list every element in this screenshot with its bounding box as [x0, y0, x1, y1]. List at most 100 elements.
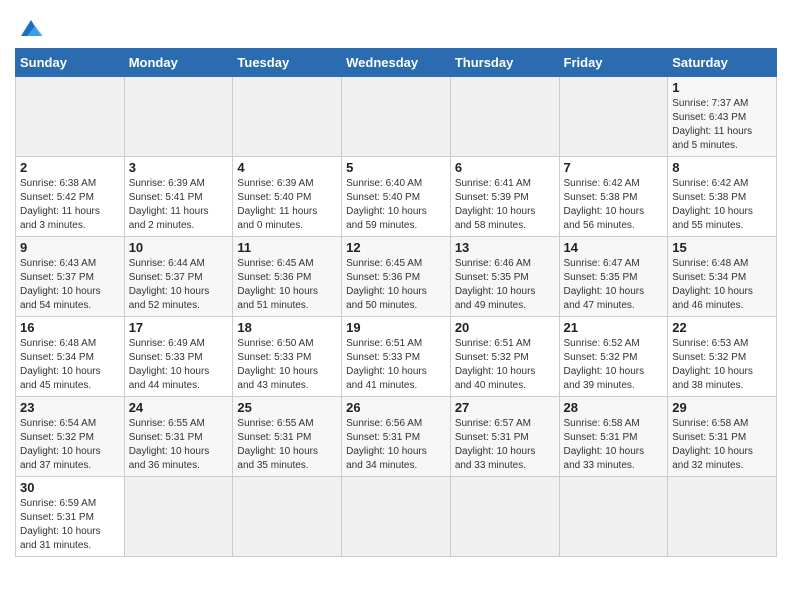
- day-info: Sunrise: 7:37 AM Sunset: 6:43 PM Dayligh…: [672, 97, 772, 153]
- table-row: 8 Sunrise: 6:42 AM Sunset: 5:38 PM Daylig…: [668, 157, 777, 237]
- table-row: 23Sunrise: 6:54 AM Sunset: 5:32 PM Dayli…: [16, 397, 125, 477]
- table-row: [559, 77, 668, 157]
- day-info: Sunrise: 6:52 AM Sunset: 5:32 PM Dayligh…: [564, 337, 664, 393]
- day-info: Sunrise: 6:51 AM Sunset: 5:33 PM Dayligh…: [346, 337, 446, 393]
- day-info: Sunrise: 6:42 AM Sunset: 5:38 PM Dayligh…: [564, 177, 664, 233]
- day-number: 3: [129, 160, 229, 175]
- table-row: 2Sunrise: 6:38 AM Sunset: 5:42 PM Daylig…: [16, 157, 125, 237]
- day-number: 21: [564, 320, 664, 335]
- col-wednesday: Wednesday: [342, 49, 451, 77]
- day-info: Sunrise: 6:48 AM Sunset: 5:34 PM Dayligh…: [20, 337, 120, 393]
- day-info: Sunrise: 6:46 AM Sunset: 5:35 PM Dayligh…: [455, 257, 555, 313]
- day-info: Sunrise: 6:41 AM Sunset: 5:39 PM Dayligh…: [455, 177, 555, 233]
- day-number: 27: [455, 400, 555, 415]
- day-number: 6: [455, 160, 555, 175]
- day-number: 7: [564, 160, 664, 175]
- day-number: 19: [346, 320, 446, 335]
- calendar-week-row: 16Sunrise: 6:48 AM Sunset: 5:34 PM Dayli…: [16, 317, 777, 397]
- logo: [15, 18, 45, 40]
- day-number: 22: [672, 320, 772, 335]
- col-thursday: Thursday: [450, 49, 559, 77]
- day-number: 9: [20, 240, 120, 255]
- table-row: [668, 477, 777, 557]
- day-number: 25: [237, 400, 337, 415]
- table-row: [124, 477, 233, 557]
- day-info: Sunrise: 6:56 AM Sunset: 5:31 PM Dayligh…: [346, 417, 446, 473]
- table-row: [342, 77, 451, 157]
- page-header: [15, 10, 777, 40]
- day-info: Sunrise: 6:58 AM Sunset: 5:31 PM Dayligh…: [564, 417, 664, 473]
- calendar-week-row: 9Sunrise: 6:43 AM Sunset: 5:37 PM Daylig…: [16, 237, 777, 317]
- table-row: 20 Sunrise: 6:51 AM Sunset: 5:32 PM Dayli…: [450, 317, 559, 397]
- table-row: 9Sunrise: 6:43 AM Sunset: 5:37 PM Daylig…: [16, 237, 125, 317]
- day-info: Sunrise: 6:51 AM Sunset: 5:32 PM Dayligh…: [455, 337, 555, 393]
- table-row: 1Sunrise: 7:37 AM Sunset: 6:43 PM Daylig…: [668, 77, 777, 157]
- day-number: 13: [455, 240, 555, 255]
- day-info: Sunrise: 6:53 AM Sunset: 5:32 PM Dayligh…: [672, 337, 772, 393]
- day-number: 17: [129, 320, 229, 335]
- table-row: 18 Sunrise: 6:50 AM Sunset: 5:33 PM Dayli…: [233, 317, 342, 397]
- logo-area: [15, 10, 45, 40]
- table-row: 16Sunrise: 6:48 AM Sunset: 5:34 PM Dayli…: [16, 317, 125, 397]
- col-sunday: Sunday: [16, 49, 125, 77]
- day-number: 10: [129, 240, 229, 255]
- table-row: 12Sunrise: 6:45 AM Sunset: 5:36 PM Dayli…: [342, 237, 451, 317]
- table-row: 27 Sunrise: 6:57 AM Sunset: 5:31 PM Dayli…: [450, 397, 559, 477]
- table-row: [450, 77, 559, 157]
- table-row: 7 Sunrise: 6:42 AM Sunset: 5:38 PM Daylig…: [559, 157, 668, 237]
- day-info: Sunrise: 6:39 AM Sunset: 5:40 PM Dayligh…: [237, 177, 337, 233]
- table-row: 14 Sunrise: 6:47 AM Sunset: 5:35 PM Dayli…: [559, 237, 668, 317]
- table-row: [450, 477, 559, 557]
- day-number: 26: [346, 400, 446, 415]
- day-info: Sunrise: 6:48 AM Sunset: 5:34 PM Dayligh…: [672, 257, 772, 313]
- calendar-week-row: 30Sunrise: 6:59 AM Sunset: 5:31 PM Dayli…: [16, 477, 777, 557]
- table-row: 3Sunrise: 6:39 AM Sunset: 5:41 PM Daylig…: [124, 157, 233, 237]
- day-number: 24: [129, 400, 229, 415]
- table-row: [233, 77, 342, 157]
- table-row: 17Sunrise: 6:49 AM Sunset: 5:33 PM Dayli…: [124, 317, 233, 397]
- col-tuesday: Tuesday: [233, 49, 342, 77]
- day-info: Sunrise: 6:58 AM Sunset: 5:31 PM Dayligh…: [672, 417, 772, 473]
- table-row: 22 Sunrise: 6:53 AM Sunset: 5:32 PM Dayli…: [668, 317, 777, 397]
- day-info: Sunrise: 6:47 AM Sunset: 5:35 PM Dayligh…: [564, 257, 664, 313]
- day-number: 8: [672, 160, 772, 175]
- table-row: 4 Sunrise: 6:39 AM Sunset: 5:40 PM Daylig…: [233, 157, 342, 237]
- table-row: 15 Sunrise: 6:48 AM Sunset: 5:34 PM Dayli…: [668, 237, 777, 317]
- day-info: Sunrise: 6:42 AM Sunset: 5:38 PM Dayligh…: [672, 177, 772, 233]
- day-info: Sunrise: 6:45 AM Sunset: 5:36 PM Dayligh…: [346, 257, 446, 313]
- day-number: 5: [346, 160, 446, 175]
- day-number: 20: [455, 320, 555, 335]
- calendar-week-row: 1Sunrise: 7:37 AM Sunset: 6:43 PM Daylig…: [16, 77, 777, 157]
- logo-icon: [17, 18, 45, 40]
- table-row: 21 Sunrise: 6:52 AM Sunset: 5:32 PM Dayli…: [559, 317, 668, 397]
- day-info: Sunrise: 6:57 AM Sunset: 5:31 PM Dayligh…: [455, 417, 555, 473]
- day-number: 11: [237, 240, 337, 255]
- day-number: 23: [20, 400, 120, 415]
- table-row: [16, 77, 125, 157]
- day-number: 18: [237, 320, 337, 335]
- table-row: 6 Sunrise: 6:41 AM Sunset: 5:39 PM Daylig…: [450, 157, 559, 237]
- table-row: [559, 477, 668, 557]
- day-info: Sunrise: 6:44 AM Sunset: 5:37 PM Dayligh…: [129, 257, 229, 313]
- calendar-week-row: 23Sunrise: 6:54 AM Sunset: 5:32 PM Dayli…: [16, 397, 777, 477]
- table-row: 10 Sunrise: 6:44 AM Sunset: 5:37 PM Dayli…: [124, 237, 233, 317]
- day-number: 29: [672, 400, 772, 415]
- table-row: 24 Sunrise: 6:55 AM Sunset: 5:31 PM Dayli…: [124, 397, 233, 477]
- day-number: 15: [672, 240, 772, 255]
- table-row: 13 Sunrise: 6:46 AM Sunset: 5:35 PM Dayli…: [450, 237, 559, 317]
- day-number: 14: [564, 240, 664, 255]
- day-number: 4: [237, 160, 337, 175]
- table-row: 19 Sunrise: 6:51 AM Sunset: 5:33 PM Dayli…: [342, 317, 451, 397]
- table-row: 26 Sunrise: 6:56 AM Sunset: 5:31 PM Dayli…: [342, 397, 451, 477]
- col-friday: Friday: [559, 49, 668, 77]
- calendar-table: Sunday Monday Tuesday Wednesday Thursday…: [15, 48, 777, 557]
- table-row: 11 Sunrise: 6:45 AM Sunset: 5:36 PM Dayli…: [233, 237, 342, 317]
- day-info: Sunrise: 6:50 AM Sunset: 5:33 PM Dayligh…: [237, 337, 337, 393]
- day-info: Sunrise: 6:55 AM Sunset: 5:31 PM Dayligh…: [129, 417, 229, 473]
- day-number: 2: [20, 160, 120, 175]
- table-row: [342, 477, 451, 557]
- table-row: [124, 77, 233, 157]
- day-info: Sunrise: 6:45 AM Sunset: 5:36 PM Dayligh…: [237, 257, 337, 313]
- day-info: Sunrise: 6:55 AM Sunset: 5:31 PM Dayligh…: [237, 417, 337, 473]
- day-number: 28: [564, 400, 664, 415]
